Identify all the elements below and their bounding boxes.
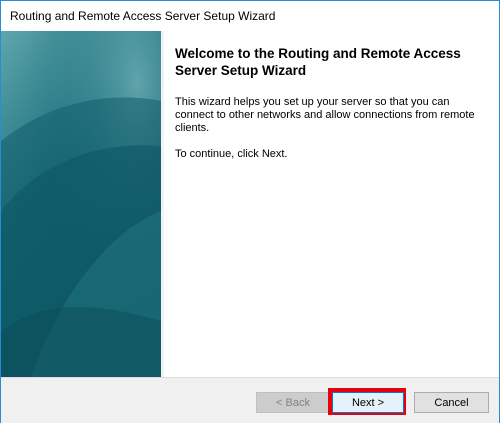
next-button[interactable]: Next > — [332, 392, 404, 413]
continue-instruction: To continue, click Next. — [175, 148, 288, 160]
cancel-button[interactable]: Cancel — [414, 392, 489, 413]
wizard-banner-image — [1, 31, 161, 377]
wizard-content: Welcome to the Routing and Remote Access… — [164, 31, 499, 377]
back-button[interactable]: < Back — [256, 392, 330, 413]
title-bar[interactable]: Routing and Remote Access Server Setup W… — [1, 1, 499, 31]
window-title: Routing and Remote Access Server Setup W… — [10, 9, 276, 23]
wizard-description: This wizard helps you set up your server… — [175, 96, 475, 134]
banner-graphic — [1, 31, 161, 377]
welcome-heading: Welcome to the Routing and Remote Access… — [175, 46, 461, 78]
button-bar: < Back Next > Cancel — [1, 377, 499, 423]
wizard-window: Routing and Remote Access Server Setup W… — [0, 0, 500, 423]
